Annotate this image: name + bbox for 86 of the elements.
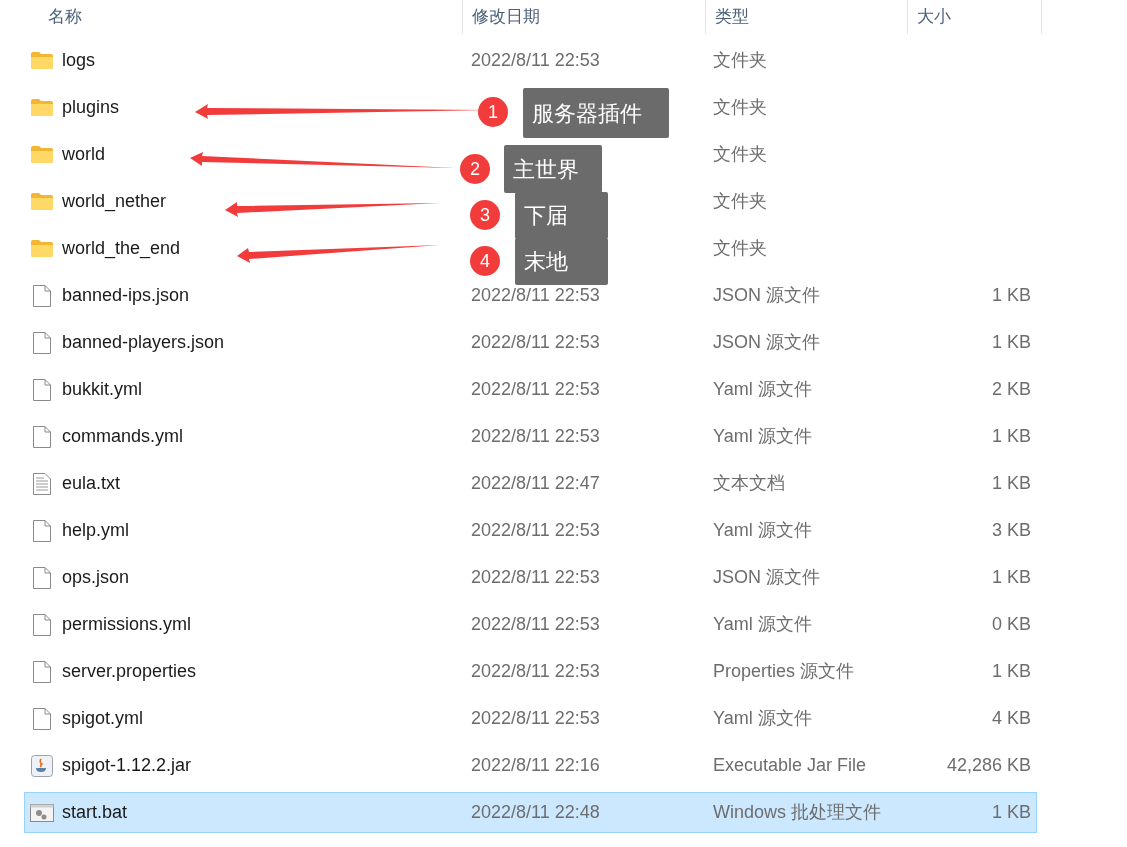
modified-date: 2022/8/11 22:16 [471, 755, 600, 775]
callout-label: 下届 [515, 192, 608, 239]
file-type: 文件夹 [713, 144, 767, 164]
file-name: plugins [62, 96, 120, 119]
file-name: world_the_end [62, 237, 181, 261]
file-size: 2 KB [991, 378, 1031, 401]
file-name: spigot-1.12.2.jar [62, 754, 192, 777]
file-name: start.bat [62, 801, 128, 824]
file-size: 1 KB [991, 472, 1031, 495]
modified-date: 2022/8/11 22:48 [471, 802, 600, 822]
document-icon [33, 566, 51, 589]
file-size: 3 KB [991, 519, 1031, 542]
file-size: 42,286 KB [946, 754, 1031, 777]
file-type: JSON 源文件 [713, 285, 820, 305]
file-name: banned-players.json [62, 331, 225, 354]
file-type: 文本文档 [713, 473, 785, 493]
file-name: logs [62, 49, 96, 72]
document-icon [33, 331, 51, 354]
file-name: world [62, 143, 105, 166]
file-size: 1 KB [991, 425, 1031, 448]
file-type: Yaml 源文件 [713, 520, 812, 540]
file-type: Yaml 源文件 [713, 426, 812, 446]
file-type: Executable Jar File [713, 755, 867, 775]
file-name: eula.txt [62, 472, 121, 495]
coffee-cup-icon [31, 754, 53, 777]
folder-icon [31, 146, 53, 163]
modified-date: 2022/8/11 22:53 [471, 426, 600, 446]
file-size: 1 KB [991, 801, 1031, 824]
file-type: Yaml 源文件 [713, 379, 812, 399]
document-icon [33, 613, 51, 636]
file-name: spigot.yml [62, 707, 144, 730]
column-header[interactable]: 修改日期 [472, 4, 540, 30]
text-document-icon [33, 472, 51, 495]
gear-window-icon [30, 803, 54, 822]
modified-date: 2022/8/11 22:53 [471, 285, 600, 305]
document-icon [33, 660, 51, 683]
number-badge: 4 [470, 246, 500, 276]
file-name: banned-ips.json [62, 284, 190, 307]
file-type: 文件夹 [713, 50, 767, 70]
file-size: 1 KB [991, 284, 1031, 307]
callout-label: 服务器插件 [523, 88, 669, 138]
modified-date: 2022/8/11 22:53 [471, 614, 600, 634]
file-type: JSON 源文件 [713, 332, 820, 352]
modified-date: 2022/8/11 22:53 [471, 379, 600, 399]
file-type: Properties 源文件 [713, 661, 855, 681]
file-name: help.yml [62, 519, 130, 542]
callout-label: 主世界 [504, 145, 602, 193]
file-name: commands.yml [62, 425, 184, 448]
document-icon [33, 519, 51, 542]
file-size: 1 KB [991, 331, 1031, 354]
file-size: 0 KB [991, 613, 1031, 636]
folder-icon [31, 193, 53, 210]
file-name: bukkit.yml [62, 378, 142, 401]
file-type: JSON 源文件 [713, 567, 820, 587]
modified-date: 2022/8/11 22:53 [471, 520, 600, 540]
column-header[interactable]: 名称 [48, 7, 82, 27]
file-type: Yaml 源文件 [713, 614, 812, 634]
document-icon [33, 425, 51, 448]
file-name: world_nether [62, 190, 167, 214]
callout-label: 末地 [515, 238, 608, 285]
folder-icon [31, 52, 53, 69]
modified-date: 2022/8/11 22:47 [471, 473, 600, 493]
file-type: 文件夹 [713, 238, 767, 258]
modified-date: 2022/8/11 22:53 [471, 50, 600, 70]
column-header[interactable]: 大小 [917, 4, 951, 30]
file-name: ops.json [62, 566, 130, 589]
file-size: 1 KB [991, 566, 1031, 589]
modified-date: 2022/8/11 22:53 [471, 332, 600, 352]
document-icon [33, 378, 51, 401]
file-name: server.properties [62, 660, 197, 683]
file-name: permissions.yml [62, 613, 192, 636]
modified-date: 2022/8/11 22:53 [471, 708, 600, 728]
column-header[interactable]: 类型 [715, 4, 749, 30]
document-icon [33, 284, 51, 307]
file-type: Yaml 源文件 [713, 708, 812, 728]
file-type: 文件夹 [713, 191, 767, 211]
folder-icon [31, 99, 53, 116]
file-type: Windows 批处理文件 [713, 802, 882, 822]
file-size: 4 KB [991, 707, 1031, 730]
folder-icon [31, 240, 53, 257]
file-size: 1 KB [991, 660, 1031, 683]
modified-date: 2022/8/11 22:53 [471, 567, 600, 587]
file-type: 文件夹 [713, 97, 767, 117]
modified-date: 2022/8/11 22:53 [471, 661, 600, 681]
file-row[interactable]: start.bat 2022/8/11 22:48 Windows 批处理文件 1 KB [24, 792, 1037, 833]
document-icon [33, 707, 51, 730]
